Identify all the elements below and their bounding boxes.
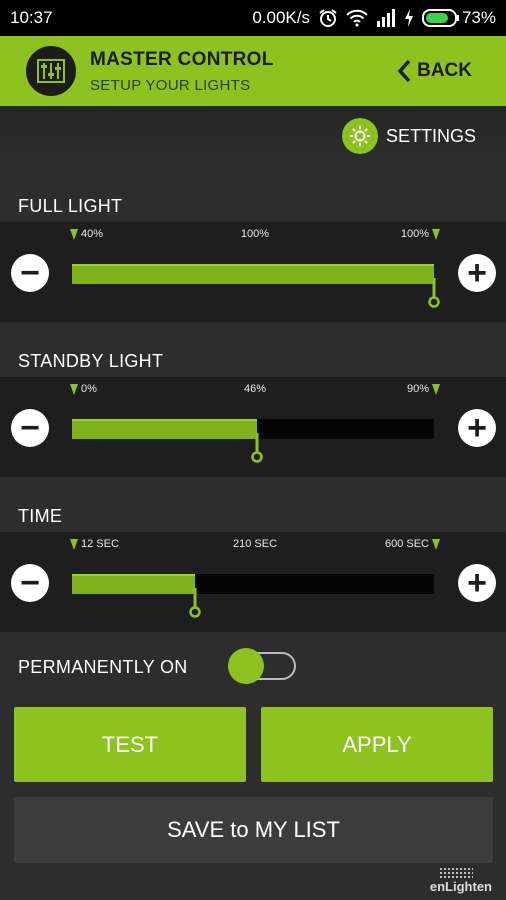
full-light-decrease-button[interactable]: − <box>11 254 49 292</box>
back-button[interactable]: BACK <box>397 59 494 83</box>
max-marker-icon <box>432 228 440 240</box>
signal-icon <box>376 9 395 27</box>
test-button[interactable]: TEST <box>14 707 246 782</box>
full-light-slider-panel: 40% 100% 100% − + <box>0 222 506 322</box>
time-slider-panel: 12 SEC 210 SEC 600 SEC − + <box>0 532 506 632</box>
battery-percent: 73% <box>461 8 496 27</box>
time-slider-fill <box>72 574 196 594</box>
time-slider-thumb[interactable] <box>189 588 201 618</box>
full-light-slider-track[interactable] <box>72 264 440 308</box>
standby-light-max-label: 90% <box>406 383 429 395</box>
app-header: MASTER CONTROL SETUP YOUR LIGHTS BACK <box>0 36 506 106</box>
toggle-knob <box>228 648 264 684</box>
back-label: BACK <box>417 60 472 81</box>
permanently-on-label: PERMANENTLY ON <box>18 657 188 677</box>
standby-light-slider-fill <box>72 419 257 439</box>
standby-light-label: STANDBY LIGHT <box>18 351 164 371</box>
full-light-current-label: 100% <box>240 228 270 240</box>
time-slider-track[interactable] <box>72 574 434 618</box>
standby-light-min-label: 0% <box>81 383 97 395</box>
full-light-label: FULL LIGHT <box>18 196 123 216</box>
brand-logo: enLighten <box>430 867 492 894</box>
permanently-on-toggle[interactable] <box>228 648 298 684</box>
network-speed: 0.00K/s <box>252 8 310 27</box>
chevron-left-icon <box>397 59 411 83</box>
full-light-min-label: 40% <box>81 228 104 240</box>
brand-name: enLighten <box>429 879 492 894</box>
standby-light-current-label: 46% <box>243 383 267 395</box>
standby-light-decrease-button[interactable]: − <box>11 409 49 447</box>
apply-button[interactable]: APPLY <box>261 707 493 782</box>
battery-indicator: 73% <box>421 8 496 28</box>
settings-label: SETTINGS <box>385 125 476 146</box>
full-light-slider-fill <box>72 264 434 284</box>
status-time: 10:37 <box>10 8 53 27</box>
time-min-label: 12 SEC <box>81 538 119 550</box>
battery-icon <box>421 9 459 27</box>
standby-light-slider-track[interactable] <box>72 419 434 463</box>
time-max-label: 600 SEC <box>384 538 429 550</box>
full-light-slider-thumb[interactable] <box>428 278 440 308</box>
standby-light-increase-button[interactable]: + <box>458 409 496 447</box>
min-marker-icon <box>70 383 78 395</box>
settings-row: SETTINGS <box>0 106 506 168</box>
standby-light-slider-thumb[interactable] <box>250 433 263 463</box>
charging-icon <box>404 9 413 27</box>
wifi-icon <box>346 9 368 27</box>
standby-light-slider-panel: 0% 46% 90% − + <box>0 377 506 477</box>
time-current-label: 210 SEC <box>232 538 278 550</box>
time-label: TIME <box>18 506 63 526</box>
page-subtitle: SETUP YOUR LIGHTS <box>90 76 251 94</box>
time-decrease-button[interactable]: − <box>11 564 49 602</box>
full-light-increase-button[interactable]: + <box>458 254 496 292</box>
status-bar: 10:37 0.00K/s 73% <box>0 0 506 36</box>
max-marker-icon <box>432 538 440 550</box>
alarm-icon <box>319 9 337 27</box>
save-to-list-button[interactable]: SAVE to MY LIST <box>14 797 493 863</box>
max-marker-icon <box>432 383 440 395</box>
time-increase-button[interactable]: + <box>458 564 496 602</box>
min-marker-icon <box>70 538 78 550</box>
brand-dots-icon <box>438 867 473 879</box>
mixer-logo-icon <box>26 46 76 96</box>
min-marker-icon <box>70 228 78 240</box>
page-title: MASTER CONTROL <box>90 48 274 70</box>
settings-button[interactable]: SETTINGS <box>341 118 476 154</box>
full-light-max-label: 100% <box>400 228 429 240</box>
sun-icon <box>341 118 378 154</box>
